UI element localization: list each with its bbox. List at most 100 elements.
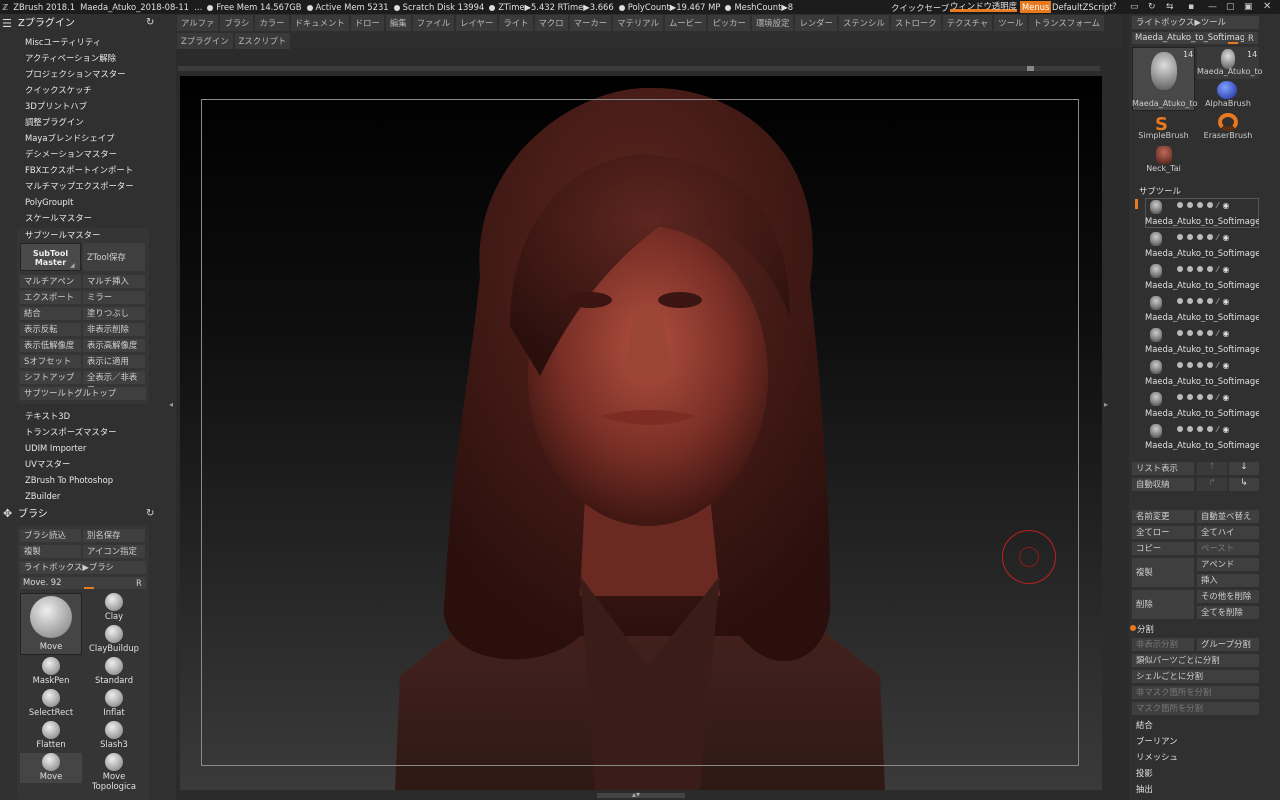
toggle-icon[interactable] (1197, 298, 1203, 304)
eye-icon[interactable]: ◉ (1222, 201, 1229, 210)
brush-toggle-icon[interactable]: ⁄ (1217, 361, 1218, 370)
plugin-item[interactable]: デシメーションマスター (0, 146, 150, 162)
subtool-master-action-button[interactable]: 表示に適用 (83, 355, 145, 368)
boolean-section[interactable]: ブーリアン (1136, 735, 1178, 747)
toggle-icon[interactable] (1197, 234, 1203, 240)
merge-section[interactable]: 結合 (1136, 719, 1153, 731)
brush-thumb[interactable]: Clay (83, 593, 145, 621)
subtool-name[interactable]: Maeda_Atuko_to_Softimage_ (1145, 440, 1259, 450)
brush-thumb[interactable]: Flatten (20, 721, 82, 749)
eye-icon[interactable]: ◉ (1222, 265, 1229, 274)
menu-item[interactable]: レイヤー (456, 15, 498, 31)
menu-item[interactable]: ピッカー (708, 15, 750, 31)
plugin-item[interactable]: Mayaブレンドシェイプ (0, 130, 150, 146)
menu-item[interactable]: ムービー (664, 15, 707, 31)
toggle-icon[interactable] (1187, 330, 1193, 336)
eye-icon[interactable]: ◉ (1222, 393, 1229, 402)
toggle-icon[interactable] (1187, 234, 1193, 240)
move-top-icon[interactable]: ↱ (1197, 478, 1227, 491)
subtool-thumb-icon[interactable] (1150, 232, 1162, 246)
menu-item[interactable]: Zスクリプト (234, 33, 291, 49)
brush-thumb[interactable]: SelectRect (20, 689, 82, 717)
brush-thumb[interactable]: Move (20, 593, 82, 655)
duplicate-button[interactable]: 複製 (1132, 558, 1194, 587)
toggle-icon[interactable] (1177, 202, 1183, 208)
plugin-item[interactable]: 調整プラグイン (0, 114, 150, 130)
subtool-toggles[interactable]: ⁄ ◉ (1177, 329, 1259, 339)
rename-button[interactable]: 名前変更 (1132, 510, 1194, 523)
move-bottom-icon[interactable]: ↳ (1229, 478, 1259, 491)
neck-tai-icon[interactable] (1156, 146, 1172, 164)
minimize-icon[interactable]: — (1208, 2, 1217, 12)
all-high-button[interactable]: 全てハイ (1197, 526, 1259, 539)
delete-button[interactable]: 削除 (1132, 590, 1194, 619)
subtool-thumb-icon[interactable] (1150, 392, 1162, 406)
menu-item[interactable]: ドロー (350, 15, 384, 31)
window-transparency-slider[interactable]: ウィンドウ透明度 (950, 0, 1017, 12)
subtool-master-action-button[interactable]: 非表示削除 (83, 323, 145, 336)
menu-item[interactable]: ツール (994, 15, 1028, 31)
move-down-icon[interactable]: ↓ (1229, 462, 1259, 475)
toggle-icon[interactable] (1187, 394, 1193, 400)
subtool-master-action-button[interactable]: 表示低解像度 (20, 339, 81, 352)
close-icon[interactable]: ✕ (1263, 1, 1271, 12)
toggle-icon[interactable] (1207, 362, 1213, 368)
subtool-master-action-button[interactable]: マルチアペンド (20, 275, 81, 299)
brush-action-button[interactable]: ブラシ読込 (20, 529, 81, 542)
subtool-toggles[interactable]: ⁄ ◉ (1177, 265, 1259, 275)
auto-reorder-button[interactable]: 自動並べ替え (1197, 510, 1259, 523)
restore-icon[interactable]: ▣ (1244, 2, 1253, 12)
append-button[interactable]: アペンド (1197, 558, 1259, 571)
subtool-name[interactable]: Maeda_Atuko_to_Softimage_ (1145, 408, 1259, 418)
delete-all-button[interactable]: 全てを削除 (1197, 606, 1259, 619)
subtool-toggles[interactable]: ⁄ ◉ (1177, 297, 1259, 307)
extract-section[interactable]: 抽出 (1136, 783, 1153, 795)
toggle-icon[interactable] (1187, 266, 1193, 272)
refresh-icon[interactable]: ↻ (1148, 2, 1156, 12)
insert-button[interactable]: 挿入 (1197, 574, 1259, 587)
toggle-icon[interactable] (1177, 234, 1183, 240)
zplugin-title[interactable]: Zプラグイン (0, 15, 75, 32)
toggle-icon[interactable] (1197, 330, 1203, 336)
toggle-icon[interactable] (1197, 394, 1203, 400)
menu-item[interactable]: レンダー (795, 15, 837, 31)
shelf-grip[interactable] (1027, 66, 1034, 71)
subtool-master-action-button[interactable]: マルチ挿入 (83, 275, 145, 288)
subtool-thumb-icon[interactable] (1150, 424, 1162, 438)
toggle-icon[interactable] (1207, 234, 1213, 240)
subtool-name[interactable]: Maeda_Atuko_to_Softimage_ (1145, 216, 1259, 226)
split-shell-button[interactable]: シェルごとに分割 (1132, 670, 1259, 683)
brush-toggle-icon[interactable]: ⁄ (1217, 265, 1218, 274)
subtool-thumb-icon[interactable] (1150, 360, 1162, 374)
menu-item[interactable]: ドキュメント (290, 15, 349, 31)
refresh-icon[interactable]: ↻ (146, 17, 154, 28)
auto-collapse-button[interactable]: 自動収納 (1132, 478, 1194, 491)
subtool-toggles[interactable]: ⁄ ◉ (1177, 201, 1259, 211)
menu-item[interactable]: ストローク (890, 15, 941, 31)
toggle-icon[interactable] (1207, 202, 1213, 208)
subtool-name[interactable]: Maeda_Atuko_to_Softimage_ (1145, 248, 1259, 258)
current-tool-slider[interactable]: Maeda_Atuko_to_Softimage (1132, 32, 1250, 44)
delete-other-button[interactable]: その他を削除 (1197, 590, 1259, 603)
toggle-icon[interactable] (1187, 362, 1193, 368)
lock-icon[interactable]: ▪ (1188, 2, 1194, 12)
all-low-button[interactable]: 全てロー (1132, 526, 1194, 539)
subtool-master-action-button[interactable]: シフトアップ (20, 371, 81, 384)
eye-icon[interactable]: ◉ (1222, 233, 1229, 242)
brush-thumb[interactable]: MaskPen (20, 657, 82, 685)
brush-thumb[interactable]: Move Topologica (83, 753, 145, 791)
plugin-item[interactable]: FBXエクスポートインポート (0, 162, 150, 178)
toggle-icon[interactable] (1177, 330, 1183, 336)
brush-toggle-icon[interactable]: ⁄ (1217, 425, 1218, 434)
eye-icon[interactable]: ◉ (1222, 297, 1229, 306)
menu-item[interactable]: Zプラグイン (177, 33, 233, 49)
menu-item[interactable]: マテリアル (613, 15, 663, 31)
subtool-thumb-icon[interactable] (1150, 296, 1162, 310)
toggle-icon[interactable] (1197, 202, 1203, 208)
plugin-item[interactable]: Miscユーティリティ (0, 34, 150, 50)
toggle-icon[interactable] (1197, 266, 1203, 272)
list-view-button[interactable]: リスト表示 (1132, 462, 1194, 475)
brush-toggle-icon[interactable]: ⁄ (1217, 201, 1218, 210)
default-zscript-button[interactable]: DefaultZScript (1052, 2, 1113, 12)
plugin-item[interactable]: スケールマスター (0, 210, 150, 226)
